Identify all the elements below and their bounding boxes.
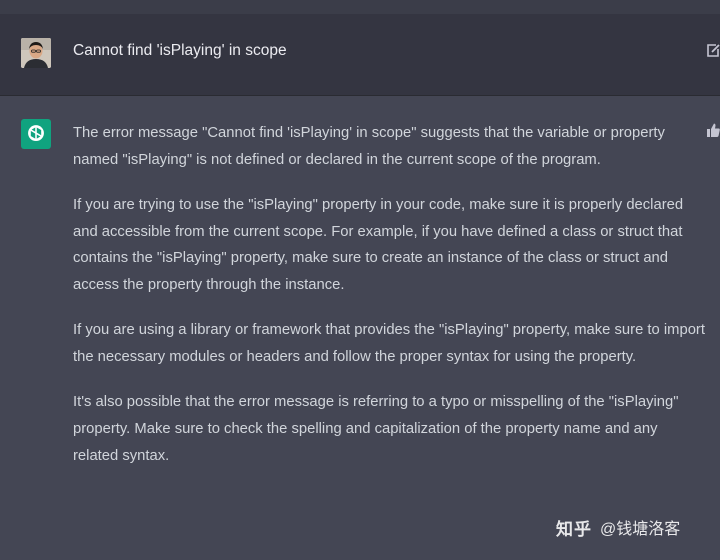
watermark-brand: 知乎 — [556, 519, 592, 539]
assistant-paragraph: If you are using a library or framework … — [73, 322, 705, 365]
user-avatar — [21, 38, 51, 68]
zhihu-watermark: 知乎 @钱塘洛客 — [556, 513, 716, 541]
assistant-paragraph: The error message "Cannot find 'isPlayin… — [73, 125, 665, 168]
chat-window: Cannot find 'isPlaying' in scope The err… — [0, 0, 720, 560]
assistant-message-row: The error message "Cannot find 'isPlayin… — [0, 97, 720, 560]
edit-icon[interactable] — [706, 42, 720, 58]
openai-logo-icon — [21, 119, 51, 149]
user-message-text: Cannot find 'isPlaying' in scope — [73, 42, 287, 59]
thumbs-up-icon[interactable] — [707, 123, 720, 137]
assistant-paragraph: If you are trying to use the "isPlaying"… — [73, 196, 684, 294]
assistant-message-text: The error message "Cannot find 'isPlayin… — [73, 120, 705, 488]
top-strip — [0, 0, 720, 14]
assistant-paragraph: It's also possible that the error messag… — [73, 394, 679, 464]
user-message-row: Cannot find 'isPlaying' in scope — [0, 14, 720, 96]
user-avatar-photo — [21, 38, 51, 68]
watermark-handle: @钱塘洛客 — [600, 521, 681, 538]
